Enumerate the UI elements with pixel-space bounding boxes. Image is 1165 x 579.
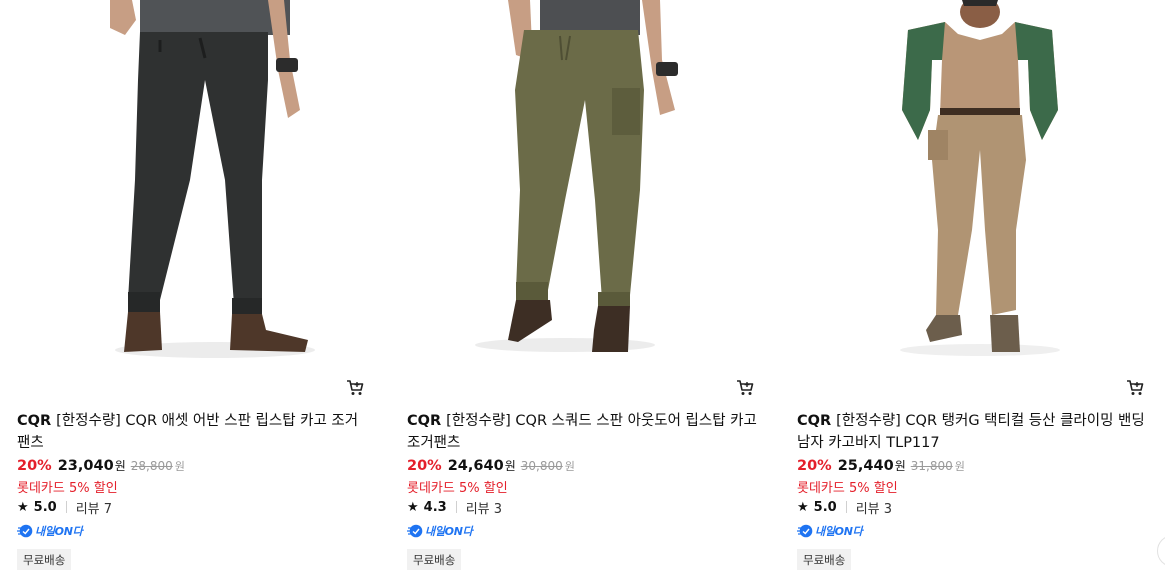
star-icon: ★ <box>797 499 809 515</box>
original-currency-unit: 원 <box>954 460 965 473</box>
rating-row: ★ 5.0 리뷰 7 <box>17 498 112 517</box>
discount-rate: 20% <box>797 458 832 474</box>
delivery-badge-text: 내일ON다 <box>35 525 83 538</box>
product-card[interactable]: CQR [한정수량] CQR 애셋 어반 스판 립스탑 카고 조거 팬츠 20% … <box>0 0 374 579</box>
brand-name[interactable]: CQR <box>797 413 831 429</box>
cart-icon <box>347 380 364 395</box>
sale-price: 23,040 <box>57 458 114 474</box>
divider <box>65 501 67 513</box>
free-shipping-tag: 무료배송 <box>17 549 72 570</box>
product-card[interactable]: CQR [한정수량] CQR 스쿼드 스판 아웃도어 립스탑 카고 조거팬츠 20… <box>390 0 764 579</box>
rating-row: ★ 5.0 리뷰 3 <box>797 498 892 517</box>
card-discount-text: 롯데카드 5% 할인 <box>797 481 898 496</box>
brand-name[interactable]: CQR <box>407 413 441 429</box>
sale-price: 25,440 <box>837 458 894 474</box>
product-title[interactable]: CQR [한정수량] CQR 스쿼드 스판 아웃도어 립스탑 카고 조거팬츠 <box>407 410 759 454</box>
star-icon: ★ <box>17 499 29 515</box>
product-image[interactable] <box>780 0 1154 374</box>
delivery-badge: 내일ON다 <box>17 523 83 539</box>
delivery-icon <box>407 524 423 538</box>
product-name[interactable]: [한정수량] CQR 애셋 어반 스판 립스탑 카고 조거 팬츠 <box>17 413 358 451</box>
add-to-cart-button[interactable] <box>344 377 366 399</box>
original-price: 28,800 <box>130 459 173 473</box>
review-count[interactable]: 리뷰 7 <box>76 498 112 517</box>
product-name[interactable]: [한정수량] CQR 탱커G 택티컬 등산 클라이밍 밴딩 남자 카고바지 TL… <box>797 413 1145 451</box>
sale-price: 24,640 <box>447 458 504 474</box>
price-row: 20% 23,040 원 28,800 원 <box>17 457 185 477</box>
discount-rate: 20% <box>17 458 52 474</box>
product-title[interactable]: CQR [한정수량] CQR 애셋 어반 스판 립스탑 카고 조거 팬츠 <box>17 410 369 454</box>
card-discount-text: 롯데카드 5% 할인 <box>407 481 508 496</box>
delivery-badge-text: 내일ON다 <box>425 525 473 538</box>
add-to-cart-button[interactable] <box>1124 377 1146 399</box>
product-title[interactable]: CQR [한정수량] CQR 탱커G 택티컬 등산 클라이밍 밴딩 남자 카고바지… <box>797 410 1149 454</box>
delivery-icon <box>797 524 813 538</box>
divider <box>455 501 457 513</box>
star-icon: ★ <box>407 499 419 515</box>
currency-unit: 원 <box>114 459 126 473</box>
original-price: 30,800 <box>520 459 563 473</box>
free-shipping-tag: 무료배송 <box>407 549 462 570</box>
delivery-badge: 내일ON다 <box>797 523 863 539</box>
original-currency-unit: 원 <box>564 460 575 473</box>
rating-score: 5.0 <box>33 499 57 515</box>
free-shipping-tag: 무료배송 <box>797 549 852 570</box>
product-image[interactable] <box>390 0 764 374</box>
cart-icon <box>737 380 754 395</box>
review-count[interactable]: 리뷰 3 <box>466 498 502 517</box>
original-currency-unit: 원 <box>174 460 185 473</box>
cart-icon <box>1127 380 1144 395</box>
currency-unit: 원 <box>894 459 906 473</box>
add-to-cart-button[interactable] <box>734 377 756 399</box>
product-image[interactable] <box>0 0 374 374</box>
rating-row: ★ 4.3 리뷰 3 <box>407 498 502 517</box>
price-row: 20% 25,440 원 31,800 원 <box>797 457 965 477</box>
product-name[interactable]: [한정수량] CQR 스쿼드 스판 아웃도어 립스탑 카고 조거팬츠 <box>407 413 757 451</box>
brand-name[interactable]: CQR <box>17 413 51 429</box>
delivery-icon <box>17 524 33 538</box>
price-row: 20% 24,640 원 30,800 원 <box>407 457 575 477</box>
review-count[interactable]: 리뷰 3 <box>856 498 892 517</box>
rating-score: 5.0 <box>813 499 837 515</box>
discount-rate: 20% <box>407 458 442 474</box>
divider <box>845 501 847 513</box>
product-card[interactable]: CQR [한정수량] CQR 탱커G 택티컬 등산 클라이밍 밴딩 남자 카고바지… <box>780 0 1154 579</box>
rating-score: 4.3 <box>423 499 447 515</box>
currency-unit: 원 <box>504 459 516 473</box>
product-grid: CQR [한정수량] CQR 애셋 어반 스판 립스탑 카고 조거 팬츠 20% … <box>0 0 1165 579</box>
delivery-badge-text: 내일ON다 <box>815 525 863 538</box>
original-price: 31,800 <box>910 459 953 473</box>
delivery-badge: 내일ON다 <box>407 523 473 539</box>
card-discount-text: 롯데카드 5% 할인 <box>17 481 118 496</box>
